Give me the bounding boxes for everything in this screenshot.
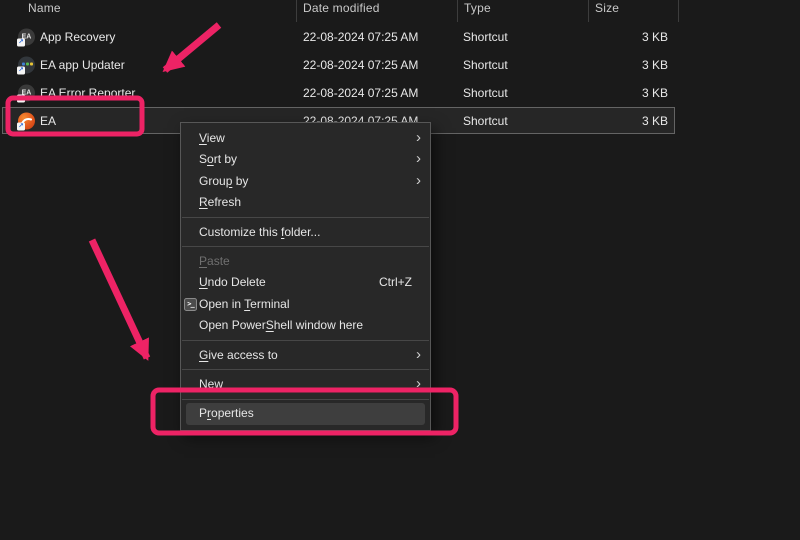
file-date-modified: 22-08-2024 07:25 AM bbox=[303, 86, 418, 100]
file-type: Shortcut bbox=[463, 58, 508, 72]
menu-item-label: Undo Delete bbox=[199, 275, 266, 289]
submenu-chevron-icon: › bbox=[416, 373, 421, 394]
file-size: 3 KB bbox=[595, 58, 668, 72]
menu-item-group-by[interactable]: Group by › bbox=[181, 171, 430, 192]
file-row[interactable]: EA↗ EA Error Reporter 22-08-2024 07:25 AM S… bbox=[0, 79, 676, 107]
ea-gray-icon: EA↗ bbox=[18, 29, 35, 46]
file-name: EA app Updater bbox=[40, 58, 125, 72]
menu-item-give-access-to[interactable]: Give access to › bbox=[181, 345, 430, 366]
menu-item-new[interactable]: New › bbox=[181, 374, 430, 395]
menu-separator bbox=[182, 246, 429, 247]
menu-shortcut-key: Ctrl+Z bbox=[379, 272, 412, 293]
file-row[interactable]: ↗ EA app Updater 22-08-2024 07:25 AM Shortc… bbox=[0, 51, 676, 79]
menu-item-undo-delete[interactable]: Undo Delete Ctrl+Z bbox=[181, 272, 430, 293]
menu-item-view[interactable]: View › bbox=[181, 128, 430, 149]
context-menu: View › Sort by › Group by › Refresh Customize t… bbox=[180, 122, 431, 431]
file-name: EA Error Reporter bbox=[40, 86, 135, 100]
menu-item-label: Properties bbox=[199, 406, 254, 420]
menu-item-open-in-terminal[interactable]: Open in Terminal>_ bbox=[181, 294, 430, 315]
file-size: 3 KB bbox=[595, 30, 668, 44]
file-row[interactable]: EA↗ App Recovery 22-08-2024 07:25 AM Shortc… bbox=[0, 23, 676, 51]
ea-multicolor-icon: ↗ bbox=[18, 57, 35, 74]
menu-item-label: Give access to bbox=[199, 348, 278, 362]
ea-gray-icon: EA↗ bbox=[18, 85, 35, 102]
menu-separator bbox=[182, 399, 429, 400]
terminal-icon: >_ bbox=[184, 298, 197, 311]
file-type: Shortcut bbox=[463, 114, 508, 128]
menu-item-label: New bbox=[199, 377, 223, 391]
file-date-modified: 22-08-2024 07:25 AM bbox=[303, 30, 418, 44]
shortcut-arrow-badge: ↗ bbox=[17, 123, 25, 131]
menu-item-open-powershell-window-here[interactable]: Open PowerShell window here bbox=[181, 315, 430, 336]
menu-item-label: Open PowerShell window here bbox=[199, 318, 363, 332]
shortcut-arrow-badge: ↗ bbox=[17, 39, 25, 47]
menu-separator bbox=[182, 217, 429, 218]
menu-separator bbox=[182, 369, 429, 370]
annotation-arrow bbox=[92, 240, 147, 358]
file-date-modified: 22-08-2024 07:25 AM bbox=[303, 58, 418, 72]
ea-orange-icon: ↗ bbox=[18, 113, 35, 130]
menu-item-label: Sort by bbox=[199, 152, 237, 166]
menu-item-refresh[interactable]: Refresh bbox=[181, 192, 430, 213]
file-type: Shortcut bbox=[463, 86, 508, 100]
menu-item-label: Refresh bbox=[199, 195, 241, 209]
submenu-chevron-icon: › bbox=[416, 170, 421, 191]
menu-item-label: View bbox=[199, 131, 225, 145]
menu-item-label: Open in Terminal bbox=[199, 297, 290, 311]
file-name: App Recovery bbox=[40, 30, 115, 44]
menu-item-sort-by[interactable]: Sort by › bbox=[181, 149, 430, 170]
file-size: 3 KB bbox=[595, 114, 668, 128]
file-type: Shortcut bbox=[463, 30, 508, 44]
menu-item-label: Group by bbox=[199, 174, 248, 188]
menu-item-properties[interactable]: Properties bbox=[186, 403, 425, 424]
menu-item-paste: Paste bbox=[181, 251, 430, 272]
file-name: EA bbox=[40, 114, 56, 128]
file-size: 3 KB bbox=[595, 86, 668, 100]
menu-item-customize-this-folder[interactable]: Customize this folder... bbox=[181, 222, 430, 243]
menu-item-label: Paste bbox=[199, 254, 230, 268]
menu-item-label: Customize this folder... bbox=[199, 225, 320, 239]
menu-separator bbox=[182, 340, 429, 341]
shortcut-arrow-badge: ↗ bbox=[17, 95, 25, 103]
submenu-chevron-icon: › bbox=[416, 127, 421, 148]
submenu-chevron-icon: › bbox=[416, 148, 421, 169]
shortcut-arrow-badge: ↗ bbox=[17, 67, 25, 75]
submenu-chevron-icon: › bbox=[416, 344, 421, 365]
